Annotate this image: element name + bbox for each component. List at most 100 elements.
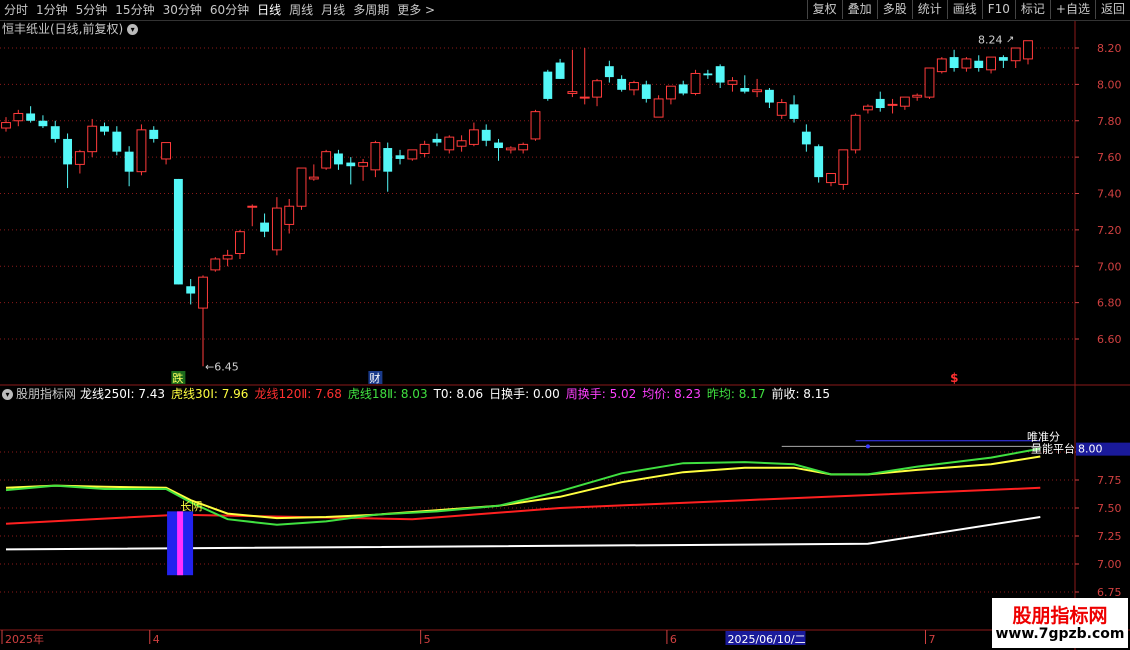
indicator-value-6: 周换手: 5.02 bbox=[565, 387, 637, 401]
candle bbox=[271, 197, 282, 256]
candle bbox=[100, 122, 109, 136]
candle-body-up bbox=[284, 205, 295, 225]
candle bbox=[136, 124, 147, 176]
candle-body-up bbox=[370, 142, 381, 171]
price-axis-label: 7.20 bbox=[1097, 224, 1122, 237]
candle-body-down bbox=[974, 60, 984, 69]
candle bbox=[604, 60, 614, 83]
candle-body-up bbox=[850, 114, 861, 151]
candle bbox=[407, 149, 418, 161]
indicator-value-9: 前收: 8.15 bbox=[771, 387, 831, 401]
indicator-axis-label: 7.25 bbox=[1097, 530, 1122, 543]
candle bbox=[284, 198, 295, 234]
candle-body-down bbox=[481, 129, 491, 141]
date-highlight-label: 2025/06/10/二 bbox=[727, 633, 805, 646]
candle-body-up bbox=[505, 147, 516, 151]
candle bbox=[505, 146, 516, 154]
candle-body-up bbox=[579, 96, 590, 99]
candle bbox=[826, 172, 836, 187]
candle bbox=[456, 135, 467, 152]
candle bbox=[432, 133, 442, 147]
candle bbox=[370, 140, 381, 178]
candle-body-up bbox=[308, 176, 319, 180]
candle-body-down bbox=[814, 146, 824, 178]
candle-body-down bbox=[617, 78, 627, 90]
indicator-value-8: 昨均: 8.17 bbox=[706, 387, 766, 401]
price-axis-label: 8.20 bbox=[1097, 42, 1122, 55]
candle-layer bbox=[1, 40, 1033, 367]
candle-body-up bbox=[1023, 40, 1033, 60]
candle-body-up bbox=[321, 151, 332, 169]
event-cai-label: 财 bbox=[369, 371, 380, 385]
candle-body-down bbox=[186, 286, 196, 294]
candle-body-up bbox=[653, 98, 664, 118]
candle-body-down bbox=[715, 66, 725, 83]
candle-body-up bbox=[358, 162, 369, 167]
candle-body-down bbox=[38, 120, 48, 127]
candle-body-up bbox=[986, 56, 996, 71]
candle-body-up bbox=[271, 207, 282, 251]
candle bbox=[641, 80, 651, 103]
date-label: 6 bbox=[670, 633, 677, 646]
overlap-label: 唯准分 bbox=[1027, 431, 1060, 444]
candle bbox=[38, 115, 48, 129]
price-axis-label: 7.80 bbox=[1097, 115, 1122, 128]
indicator-value-4: T0: 8.06 bbox=[433, 387, 484, 401]
candle-body-up bbox=[210, 258, 221, 271]
indicator-line-dragon250 bbox=[5, 516, 1041, 551]
candle-body-down bbox=[149, 129, 159, 139]
candle bbox=[862, 104, 873, 114]
candle-body-up bbox=[456, 140, 467, 147]
candle-body-up bbox=[1, 122, 11, 129]
candle-body-up bbox=[444, 136, 455, 151]
candle-body-up bbox=[247, 205, 258, 208]
candle bbox=[198, 275, 208, 367]
candle bbox=[112, 126, 122, 156]
candle-body-down bbox=[764, 89, 774, 103]
candle-body-up bbox=[727, 80, 738, 85]
candle-body-up bbox=[936, 58, 947, 73]
candle bbox=[419, 140, 430, 158]
candle bbox=[13, 109, 24, 127]
date-label: 7 bbox=[928, 633, 935, 646]
candle bbox=[518, 142, 529, 154]
candle bbox=[149, 126, 159, 143]
candle bbox=[555, 58, 565, 79]
candle bbox=[161, 142, 172, 165]
candle bbox=[801, 124, 811, 152]
candle bbox=[383, 142, 393, 192]
settings-circle-icon[interactable]: ▾ bbox=[2, 389, 13, 400]
candle bbox=[481, 124, 491, 147]
candle-body-down bbox=[801, 131, 811, 145]
candle bbox=[210, 257, 221, 272]
candle bbox=[936, 57, 947, 74]
indicator-value-2: 龙线120Ⅱ: 7.68 bbox=[254, 387, 342, 401]
candle bbox=[715, 64, 725, 89]
candle-body-down bbox=[383, 148, 393, 172]
candle-body-down bbox=[173, 178, 183, 285]
candle-body-down bbox=[63, 138, 72, 165]
liangneng-label: 量能平台 bbox=[1031, 442, 1075, 456]
price-axis-label: 8.00 bbox=[1097, 78, 1122, 91]
candle bbox=[74, 149, 85, 174]
candle-body-up bbox=[74, 151, 85, 165]
candle-body-up bbox=[690, 72, 701, 94]
candle bbox=[899, 96, 910, 110]
candle bbox=[579, 48, 590, 105]
candle bbox=[308, 164, 319, 181]
candle bbox=[924, 67, 935, 99]
indicator-line-dragon120 bbox=[5, 486, 1041, 525]
indicator-header: ▾ 股朋指标网 龙线250Ⅰ: 7.43 虎线30Ⅰ: 7.96 龙线120Ⅱ: 7.6… bbox=[2, 386, 836, 402]
price-axis-label: 6.80 bbox=[1097, 297, 1122, 310]
indicator-line-tiger30 bbox=[5, 455, 1041, 520]
low-price-label: ←6.45 bbox=[205, 360, 239, 373]
candle-body-up bbox=[198, 276, 208, 309]
candle-body-up bbox=[838, 149, 849, 185]
candle bbox=[543, 69, 553, 101]
candle bbox=[296, 167, 307, 210]
candle-body-up bbox=[235, 231, 245, 255]
candle-body-up bbox=[862, 105, 873, 111]
candle bbox=[764, 88, 774, 109]
candle-body-up bbox=[136, 129, 147, 173]
chart-canvas[interactable]: ←6.45 8.24 ↗ 跌 财 $ 长阴 唯准分量能平台 8.20 8.00 7.80 7.60… bbox=[0, 0, 1130, 650]
